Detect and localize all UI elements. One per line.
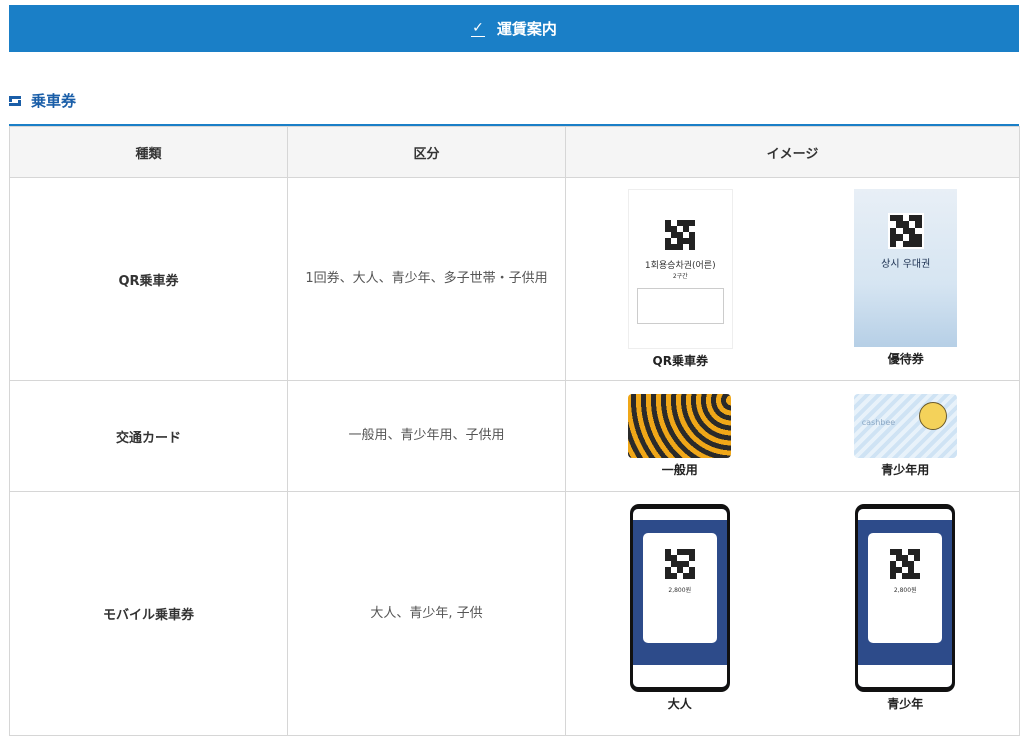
ticket-korean-text: 1회용승차권(어른) <box>644 261 716 271</box>
qr-code-icon <box>888 547 923 581</box>
fare-guide-banner[interactable]: ✓ 運賃案内 <box>9 5 1019 52</box>
image-caption: QR乗車券 <box>652 354 708 368</box>
priority-ticket-picture: 상시 우대권 <box>854 189 958 347</box>
table-row: QR乗車券 1回券、大人、青少年、多子世帯・子供用 1회용승차권(어른) 2구간… <box>9 177 1020 381</box>
bee-mascot-icon <box>918 402 947 430</box>
image-caption: 優待券 <box>887 352 924 366</box>
qr-code-icon <box>662 547 697 581</box>
qr-code-icon <box>663 218 698 252</box>
priority-ticket-image: 상시 우대권 優待券 <box>854 189 958 367</box>
image-cell: 1회용승차권(어른) 2구간 QR乗車券 상시 우대권 優待券 <box>565 177 1020 381</box>
header-division: 区分 <box>287 126 566 178</box>
image-caption: 大人 <box>667 697 692 711</box>
table-row: 交通カード 一般用、青少年用、子供用 一般用 cashbee 青少年用 <box>9 380 1020 492</box>
division-cell: 大人、青少年, 子供 <box>287 491 566 736</box>
kind-cell: QR乗車券 <box>9 177 288 381</box>
kind-cell: モバイル乗車券 <box>9 491 288 736</box>
image-caption: 青少年用 <box>881 463 930 477</box>
general-card-picture <box>628 394 732 458</box>
checkmark-icon: ✓ <box>471 19 485 37</box>
phone-mockup-youth: 2,800원 <box>855 504 956 692</box>
qr-ticket-picture: 1회용승차권(어른) 2구간 <box>627 189 733 349</box>
ticket-korean-text: 상시 우대권 <box>881 259 931 270</box>
section-marker-icon <box>9 95 21 106</box>
division-cell: 一般用、青少年用、子供用 <box>287 380 566 492</box>
youth-card-image: cashbee 青少年用 <box>853 394 957 478</box>
general-card-image: 一般用 <box>628 394 732 478</box>
qr-code-icon <box>887 213 924 249</box>
table-row: モバイル乗車券 大人、青少年, 子供 2,800원 大人 2,800원 青少年 <box>9 491 1020 736</box>
card-brand-text: cashbee <box>861 418 896 427</box>
header-kind: 種類 <box>9 126 288 178</box>
ticket-table: 種類 区分 イメージ QR乗車券 1回券、大人、青少年、多子世帯・子供用 1회용… <box>9 126 1020 736</box>
section-heading: 乗車券 <box>9 90 76 111</box>
ticket-notice-box <box>636 288 724 324</box>
phone-mockup-adult: 2,800원 <box>629 504 730 692</box>
section-title: 乗車券 <box>31 92 77 110</box>
header-image: イメージ <box>565 126 1020 178</box>
qr-ticket-image: 1회용승차권(어른) 2구간 QR乗車券 <box>627 189 733 369</box>
image-caption: 一般用 <box>661 463 698 477</box>
youth-card-picture: cashbee <box>853 394 957 458</box>
table-header-row: 種類 区分 イメージ <box>9 126 1020 178</box>
adult-mobile-image: 2,800원 大人 <box>629 504 730 712</box>
fare-text: 2,800원 <box>668 587 692 594</box>
fare-text: 2,800원 <box>893 587 917 594</box>
division-cell: 1回券、大人、青少年、多子世帯・子供用 <box>287 177 566 381</box>
ticket-sub-text: 2구간 <box>672 273 688 280</box>
kind-cell: 交通カード <box>9 380 288 492</box>
youth-mobile-image: 2,800원 青少年 <box>855 504 956 712</box>
image-cell: 2,800원 大人 2,800원 青少年 <box>565 491 1020 736</box>
image-caption: 青少年 <box>887 697 924 711</box>
banner-title: 運賃案内 <box>496 20 557 38</box>
image-cell: 一般用 cashbee 青少年用 <box>565 380 1020 492</box>
